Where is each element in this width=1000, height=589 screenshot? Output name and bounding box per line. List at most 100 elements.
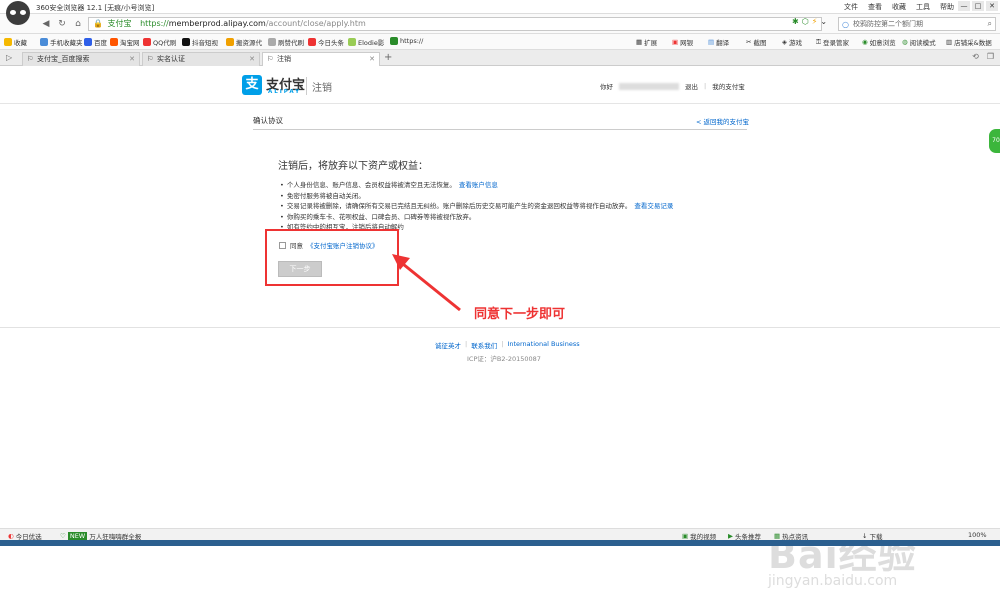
- search-field[interactable]: ○ 校鸦防控第二个额门期 ⌕: [838, 17, 996, 31]
- menu-file[interactable]: 文件: [844, 2, 858, 12]
- tab-close-account[interactable]: ⚐ 注销 ✕: [262, 52, 380, 66]
- key-icon: ⚿: [816, 37, 821, 46]
- url-field[interactable]: 🔒 支付宝 https://memberprod.alipay.com/acco…: [88, 17, 822, 31]
- window-controls: — □ ✕: [958, 1, 998, 11]
- fav-extensions[interactable]: ▦ 扩展: [636, 37, 657, 47]
- fav-item[interactable]: 抖音短视: [182, 37, 218, 47]
- confirm-title: 确认协议: [253, 116, 283, 125]
- close-window-button[interactable]: ✕: [986, 1, 998, 11]
- logout-link[interactable]: 退出: [685, 81, 698, 91]
- address-tools: ✱ ⬡ ⚡ ⌄: [792, 17, 827, 26]
- contact-link[interactable]: 联系我们: [471, 340, 497, 350]
- fav-shop-data[interactable]: ▥ 店铺采&数据: [946, 37, 992, 47]
- menu-favorites[interactable]: 收藏: [892, 2, 906, 12]
- page-heading: 注销后，将放弃以下资产或权益：: [278, 161, 428, 172]
- tab-bar: ▷ ⚐ 支付宝_百度搜索 ✕ ⚐ 实名认证 ✕ ⚐ 注销 ✕ + ⟲ ❐: [0, 50, 1000, 66]
- menu-tools[interactable]: 工具: [916, 2, 930, 12]
- maximize-button[interactable]: □: [972, 1, 984, 11]
- fav-read-mode[interactable]: ◍ 阅读模式: [902, 37, 936, 47]
- international-link[interactable]: International Business: [507, 340, 579, 350]
- fav-item[interactable]: Elodie影: [348, 37, 384, 47]
- close-tab-icon[interactable]: ✕: [249, 53, 255, 65]
- grid-icon: ▦: [636, 38, 643, 46]
- news-icon: ▦: [774, 532, 781, 540]
- search-icon[interactable]: ⌕: [988, 18, 992, 30]
- url-path: /account/close/apply.htm: [265, 19, 366, 28]
- menu-view[interactable]: 查看: [868, 2, 882, 12]
- toutiao-icon: [308, 38, 316, 46]
- baidu-watermark-url: jingyan.baidu.com: [768, 573, 898, 589]
- list-item: 免密付服务将被自动关闭。: [280, 191, 673, 202]
- fav-ruyi[interactable]: ◉ 如意浏览: [862, 37, 896, 47]
- fav-item[interactable]: 搬资源代: [226, 37, 262, 47]
- minimize-button[interactable]: —: [958, 1, 970, 11]
- close-tab-icon[interactable]: ✕: [369, 53, 375, 65]
- browser-avatar-icon[interactable]: [6, 1, 30, 25]
- fav-item[interactable]: 百度: [84, 37, 107, 47]
- tab-realname[interactable]: ⚐ 实名认证 ✕: [142, 52, 260, 66]
- url-site-label: 支付宝: [107, 19, 132, 28]
- separator: |: [501, 340, 504, 348]
- sidebar-toggle-icon[interactable]: ▷: [6, 53, 12, 62]
- page-icon: ⚐: [267, 55, 274, 63]
- separator: |: [704, 82, 707, 90]
- heart-icon: ♡: [60, 532, 66, 540]
- fav-item[interactable]: 今日头条: [308, 37, 344, 47]
- fav-item[interactable]: 淘宝网: [110, 37, 140, 47]
- list-item: 个人身份信息、账户信息、会员权益将被清空且无法恢复。查看账户信息: [280, 180, 673, 191]
- new-badge: NEW: [67, 532, 88, 540]
- movie-icon: [348, 38, 356, 46]
- fav-item[interactable]: https://: [390, 37, 423, 45]
- restore-tab-icon[interactable]: ⟲: [972, 52, 979, 61]
- fav-item[interactable]: 收藏: [4, 37, 27, 47]
- careers-link[interactable]: 诚征英才: [435, 340, 461, 350]
- fav-ebank[interactable]: ▣ 网银: [672, 37, 693, 47]
- os-taskbar: [0, 540, 1000, 546]
- fav-screenshot[interactable]: ✂ 截图: [746, 37, 766, 47]
- browser-menu: 文件 查看 收藏 工具 帮助: [844, 2, 954, 12]
- fav-item[interactable]: 手机收藏夹: [40, 37, 83, 47]
- side-float-bubble[interactable]: 70: [989, 129, 1000, 153]
- fav-games[interactable]: ◈ 游戏: [782, 37, 802, 47]
- star-icon: [4, 38, 12, 46]
- security-icon[interactable]: ✱: [792, 17, 799, 26]
- address-bar: ◀ ↻ ⌂ 🔒 支付宝 https://memberprod.alipay.co…: [0, 14, 1000, 34]
- book-icon: ◍: [902, 38, 908, 46]
- greeting: 你好: [600, 83, 613, 91]
- gift-icon: ◐: [8, 532, 14, 540]
- page-icon: ⚐: [147, 55, 154, 63]
- lightning-icon[interactable]: ⚡: [812, 17, 818, 26]
- chevron-down-icon[interactable]: ⌄: [820, 17, 827, 26]
- ruyi-icon: ◉: [862, 38, 868, 46]
- shield-icon[interactable]: ⬡: [802, 17, 809, 26]
- list-item: 你购买的乘车卡、花呗权益、口碑会员、口碑券等将被视作放弃。: [280, 212, 673, 223]
- fav-login-manager[interactable]: ⚿ 登录管家: [816, 37, 849, 48]
- home-icon[interactable]: ⌂: [72, 18, 84, 30]
- refresh-icon[interactable]: ↻: [56, 18, 68, 30]
- tab-baidu-search[interactable]: ⚐ 支付宝_百度搜索 ✕: [22, 52, 140, 66]
- globe-icon: [390, 37, 398, 45]
- fav-translate[interactable]: ▤ 翻译: [708, 37, 729, 47]
- favorites-bar: 收藏 手机收藏夹 百度 淘宝网 QQ代刷 抖音短视 搬资源代 刷赞代刷 今日头条…: [0, 34, 1000, 50]
- back-to-alipay-link[interactable]: < 返回我的支付宝: [696, 116, 749, 126]
- back-arrow-icon[interactable]: ◀: [40, 18, 52, 30]
- menu-help[interactable]: 帮助: [940, 2, 954, 12]
- scissors-icon: ✂: [746, 38, 752, 46]
- alipay-header: 支 支付宝 ALIPAY 注销 你好 退出 | 我的支付宝: [0, 66, 1000, 104]
- view-transactions-link[interactable]: 查看交易记录: [634, 202, 673, 210]
- fav-item[interactable]: QQ代刷: [143, 37, 176, 47]
- gamepad-icon: ◈: [782, 38, 787, 46]
- fav-item[interactable]: 刷赞代刷: [268, 37, 304, 47]
- new-tab-button[interactable]: +: [384, 52, 392, 63]
- view-account-info-link[interactable]: 查看账户信息: [459, 181, 498, 189]
- tab-tools: ⟲ ❐: [972, 52, 994, 61]
- separator: |: [465, 340, 468, 348]
- alipay-logo-icon[interactable]: 支: [242, 75, 262, 95]
- my-alipay-link[interactable]: 我的支付宝: [712, 81, 745, 91]
- status-zoom[interactable]: 100%: [968, 531, 987, 539]
- taobao-icon: [110, 38, 118, 46]
- download-icon: ↓: [862, 532, 868, 540]
- footer-links: 诚征英才 | 联系我们 | International Business: [435, 340, 580, 350]
- tab-list-icon[interactable]: ❐: [987, 52, 994, 61]
- close-tab-icon[interactable]: ✕: [129, 53, 135, 65]
